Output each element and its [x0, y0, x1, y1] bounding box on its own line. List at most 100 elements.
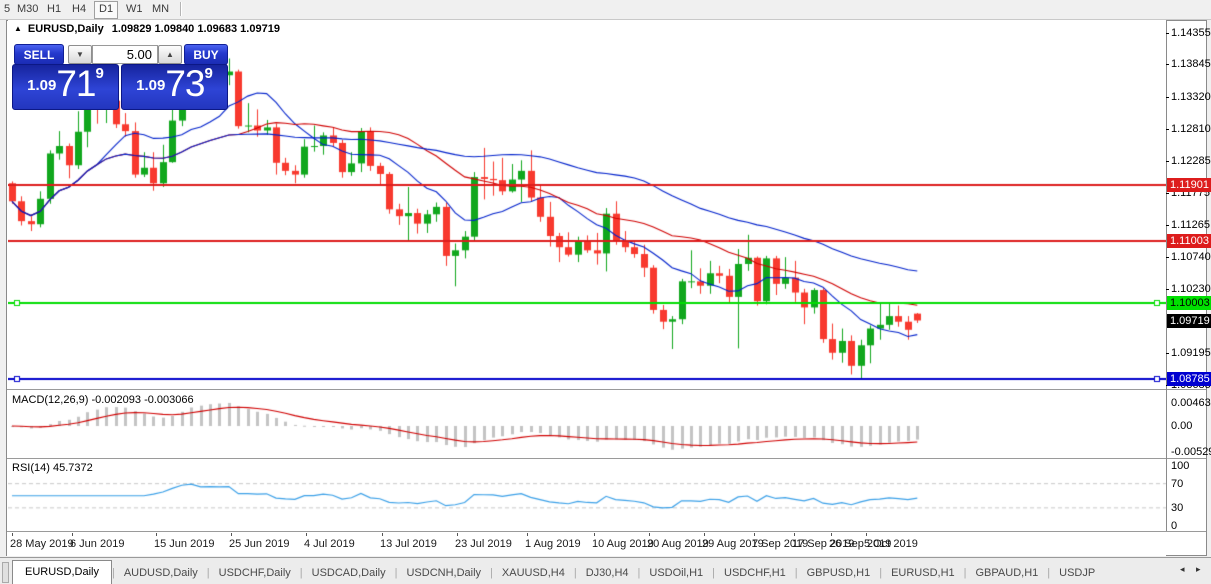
date-tick-mark — [754, 533, 755, 536]
tab-strip: EURUSD,Daily|AUDUSD,Daily|USDCHF,Daily|U… — [12, 561, 1104, 584]
chart-symbol-title: EURUSD,Daily — [28, 23, 104, 35]
tabs-scroll-left-icon[interactable]: ◂ — [1180, 564, 1185, 575]
tab-bar-notch — [2, 562, 9, 583]
sell-pipette: 9 — [96, 65, 104, 82]
date-tick-label: 28 May 2019 — [10, 538, 74, 550]
price-axis-label: 1.10230 — [1171, 283, 1211, 295]
date-tick-mark — [156, 533, 157, 536]
panel-separator[interactable] — [7, 458, 1206, 460]
price-axis-tick — [1166, 97, 1169, 98]
date-tick-mark — [649, 533, 650, 536]
tabs-scroll-right-icon[interactable]: ▸ — [1196, 564, 1201, 575]
chart-tab[interactable]: EURUSD,Daily — [12, 560, 112, 584]
chart-tab[interactable]: GBPAUD,H1 — [967, 562, 1048, 584]
buy-price-tile[interactable]: 1.09739 — [121, 64, 228, 110]
price-level-box: 1.11003 — [1167, 234, 1211, 248]
chart-tab-bar: EURUSD,Daily|AUDUSD,Daily|USDCHF,Daily|U… — [0, 557, 1211, 584]
price-level-box: 1.10003 — [1167, 296, 1211, 310]
date-tick-mark — [231, 533, 232, 536]
price-axis-tick — [1166, 257, 1169, 258]
price-axis-tick — [1166, 193, 1169, 194]
date-tick-label: 23 Jul 2019 — [455, 538, 512, 550]
price-axis-label: 1.10740 — [1171, 251, 1211, 263]
date-tick-label: 15 Jun 2019 — [154, 538, 215, 550]
date-tick-label: 1 Aug 2019 — [525, 538, 581, 550]
sell-big-figure: 1.09 — [27, 77, 56, 94]
date-tick-mark — [594, 533, 595, 536]
date-tick-label: 25 Jun 2019 — [229, 538, 290, 550]
sell-pips: 71 — [56, 63, 95, 104]
price-axis-tick — [1166, 289, 1169, 290]
timeframe-button-d1[interactable]: D1 — [94, 1, 118, 19]
price-axis-label: 1.13320 — [1171, 91, 1211, 103]
macd-axis-label: 0.00463 — [1171, 397, 1211, 409]
one-click-trade-panel: SELL ▼ ▲ BUY 1.09719 1.09739 — [12, 42, 228, 110]
price-axis-label: 1.14355 — [1171, 27, 1211, 39]
price-axis-tick — [1166, 33, 1169, 34]
date-tick-mark — [457, 533, 458, 536]
chart-tab[interactable]: XAUUSD,H4 — [493, 562, 574, 584]
rsi-axis-label: 100 — [1171, 460, 1189, 472]
timeframe-button-w1[interactable]: W1 — [122, 1, 147, 17]
price-axis-tick — [1166, 161, 1169, 162]
buy-big-figure: 1.09 — [136, 77, 165, 94]
chart-tab[interactable]: USDCHF,Daily — [210, 562, 300, 584]
rsi-axis-label: 30 — [1171, 502, 1183, 514]
price-axis-label: 1.11265 — [1171, 219, 1210, 231]
price-axis-tick — [1166, 64, 1169, 65]
date-tick-mark — [382, 533, 383, 536]
date-tick-mark — [866, 533, 867, 536]
date-tick-mark — [704, 533, 705, 536]
volume-input[interactable] — [92, 45, 158, 64]
date-tick-label: 10 Aug 2019 — [592, 538, 654, 550]
chart-tab[interactable]: USDCNH,Daily — [397, 562, 490, 584]
timeframe-button-5[interactable]: 5 — [0, 1, 14, 17]
macd-axis-label: -0.005299 — [1171, 446, 1211, 458]
price-level-box: 1.11901 — [1167, 178, 1211, 192]
buy-pipette: 9 — [205, 65, 213, 82]
date-tick-mark — [306, 533, 307, 536]
chevron-up-icon: ▲ — [166, 50, 174, 59]
buy-pips: 73 — [165, 63, 204, 104]
timeframe-button-h1[interactable]: H1 — [43, 1, 65, 17]
timeframe-button-h4[interactable]: H4 — [68, 1, 90, 17]
chart-tab[interactable]: USDCAD,Daily — [303, 562, 395, 584]
sell-button[interactable]: SELL — [14, 44, 64, 65]
volume-decrease-button[interactable]: ▼ — [68, 45, 92, 64]
chart-tab[interactable]: AUDUSD,Daily — [115, 562, 207, 584]
chart-tab[interactable]: USDJP — [1050, 562, 1104, 584]
panel-separator[interactable] — [7, 389, 1206, 391]
collapse-trade-panel-icon[interactable]: ▲ — [14, 24, 22, 33]
rsi-label: RSI(14) 45.7372 — [12, 462, 93, 475]
date-tick-label: 6 Jun 2019 — [70, 538, 124, 550]
chart-tab[interactable]: USDOil,H1 — [640, 562, 712, 584]
macd-label: MACD(12,26,9) -0.002093 -0.003066 — [12, 394, 194, 407]
sell-price-tile[interactable]: 1.09719 — [12, 64, 119, 110]
chart-tab[interactable]: DJ30,H4 — [577, 562, 638, 584]
price-axis-tick — [1166, 353, 1169, 354]
date-axis[interactable]: 28 May 20196 Jun 2019 15 Jun 2019 25 Jun 2… — [7, 533, 1166, 556]
date-tick-mark — [794, 533, 795, 536]
price-axis-label: 1.09195 — [1171, 347, 1211, 359]
timeframe-button-mn[interactable]: MN — [148, 1, 173, 17]
price-level-box: 1.09719 — [1167, 314, 1211, 328]
price-axis-tick — [1166, 225, 1169, 226]
price-axis-label: 1.12285 — [1171, 155, 1211, 167]
volume-increase-button[interactable]: ▲ — [158, 45, 182, 64]
date-tick-label: 4 Jul 2019 — [304, 538, 355, 550]
price-axis-label: 1.12810 — [1171, 123, 1211, 135]
date-tick-mark — [831, 533, 832, 536]
chevron-down-icon: ▼ — [76, 50, 84, 59]
chart-tab[interactable]: GBPUSD,H1 — [798, 562, 880, 584]
rsi-axis-label: 70 — [1171, 478, 1183, 490]
date-tick-mark — [527, 533, 528, 536]
date-tick-label: 5 Oct 2019 — [864, 538, 918, 550]
timeframe-button-m30[interactable]: M30 — [13, 1, 42, 17]
buy-button[interactable]: BUY — [184, 44, 228, 65]
chart-tab[interactable]: USDCHF,H1 — [715, 562, 795, 584]
chart-tab[interactable]: EURUSD,H1 — [882, 562, 964, 584]
price-level-box: 1.08785 — [1167, 372, 1211, 386]
date-tick-mark — [72, 533, 73, 536]
rsi-indicator-canvas[interactable] — [8, 460, 1166, 531]
chart-header: ▲EURUSD,Daily1.09829 1.09840 1.09683 1.0… — [14, 23, 280, 37]
